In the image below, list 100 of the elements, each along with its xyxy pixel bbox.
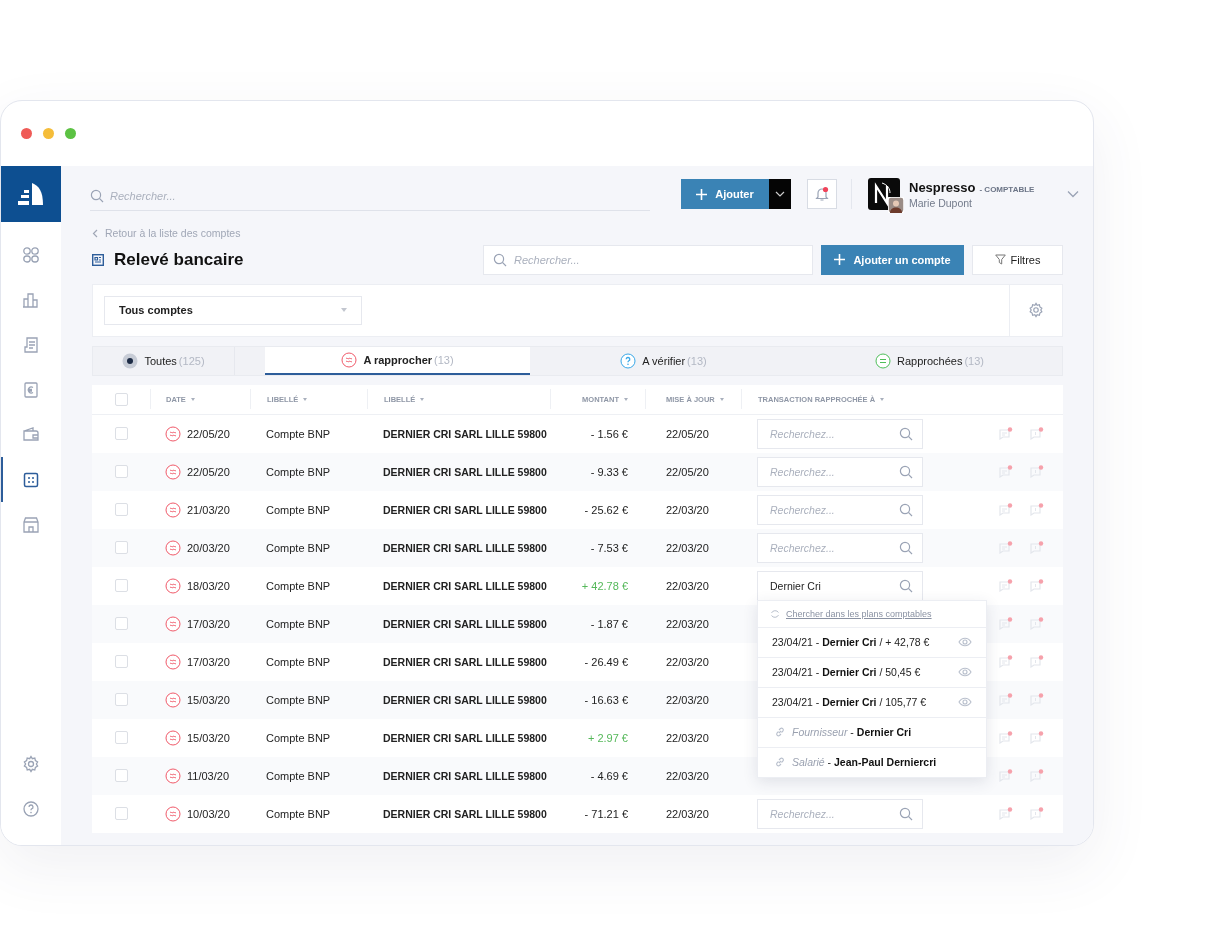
table-cell-text: 22/03/20 [665,654,710,670]
eye-icon[interactable] [958,637,972,647]
unmatched-icon [165,577,181,594]
dropdown-button[interactable] [769,179,791,209]
refresh-icon [770,608,780,619]
message-icon[interactable] [999,655,1013,668]
date-cell: 22/05/20 [187,465,230,478]
chevron-icon [92,228,98,238]
search-field[interactable]: Recherchez... [757,798,923,829]
table-cell-text: 22/03/20 [665,692,710,708]
sort-icon [719,397,724,401]
comment-icon[interactable] [1030,503,1044,516]
logo-tile[interactable] [1,166,61,222]
table-cell-text: Compte BNP [265,730,332,746]
table-cell-text: 22/03/20 [665,502,710,518]
select-all-checkbox[interactable] [114,392,128,406]
plus-icon [696,188,708,200]
message-icon[interactable] [999,731,1013,744]
minimize-control[interactable] [43,128,54,139]
message-icon[interactable] [999,427,1013,440]
row-checkbox[interactable] [114,769,128,782]
plus-icon [834,254,846,265]
search-field[interactable]: Recherchez... [757,418,923,449]
table-cell-text: DERNIER CRI SARL LILLE 59800 [382,768,548,784]
comment-icon[interactable] [1030,465,1044,478]
sort-icon [303,397,308,401]
date-cell: 10/03/20 [187,807,230,820]
row-checkbox[interactable] [114,427,128,440]
table-cell-text: DERNIER CRI SARL LILLE 59800 [382,730,548,746]
table-cell-text: Compte BNP [265,616,332,632]
suggestion-item[interactable]: 23/04/21 - Dernier Cri / 50,45 € [758,657,986,688]
comment-icon[interactable] [1030,693,1044,706]
table-cell-text: DERNIER CRI SARL LILLE 59800 [382,654,548,670]
eye-icon[interactable] [958,667,972,677]
search-icon [493,252,507,267]
comment-icon[interactable] [1030,731,1044,744]
suggestion-item[interactable]: 23/04/21 - Dernier Cri / 105,77 € [758,687,986,718]
message-icon[interactable] [999,541,1013,554]
row-checkbox[interactable] [114,465,128,478]
settings-icon [22,754,40,773]
filter-tab[interactable]: Rapprochées (13) [797,346,1062,375]
table-cell-text: DERNIER CRI SARL LILLE 59800 [382,502,548,518]
message-icon[interactable] [999,769,1013,782]
equals-icon [875,352,891,369]
table-cell-text: 22/03/20 [665,578,710,594]
search-field[interactable]: Recherchez... [757,494,923,525]
date-cell: 15/03/20 [187,693,230,706]
row-checkbox[interactable] [114,617,128,630]
message-icon[interactable] [999,807,1013,820]
unmatched-icon [165,805,181,822]
row-checkbox[interactable] [114,579,128,592]
table-cell-text: 22/03/20 [665,806,710,822]
message-icon[interactable] [999,465,1013,478]
row-checkbox[interactable] [114,807,128,820]
row-checkbox[interactable] [114,655,128,668]
table-cell-text: Compte BNP [265,502,332,518]
comment-icon[interactable] [1030,579,1044,592]
maximize-control[interactable] [65,128,76,139]
row-checkbox[interactable] [114,541,128,554]
comment-icon[interactable] [1030,427,1044,440]
message-icon[interactable] [999,617,1013,630]
account-select[interactable]: Tous comptes [104,295,362,325]
unmatched-icon [165,425,181,442]
message-icon[interactable] [999,693,1013,706]
notification-button[interactable] [807,179,837,209]
suggestion-item[interactable]: Salarié - Jean-Paul Derniercri [758,747,986,777]
company-name: Nespresso [909,179,976,195]
suggestion-item[interactable]: Fournisseur - Dernier Cri [758,717,986,748]
filter-tab[interactable]: A vérifier (13) [530,346,797,375]
search-field[interactable]: Rechercher... [90,181,650,211]
search-field[interactable]: Dernier Cri [757,570,923,601]
filter-tab[interactable]: Toutes (125) [93,346,235,375]
row-checkbox[interactable] [114,503,128,516]
close-control[interactable] [21,128,32,139]
date-cell: 18/03/20 [187,579,230,592]
sort-icon [190,397,195,401]
search-field[interactable]: Recherchez... [757,532,923,563]
eye-icon[interactable] [958,697,972,707]
comment-icon[interactable] [1030,541,1044,554]
search-field[interactable]: Rechercher... [483,244,813,275]
row-checkbox[interactable] [114,731,128,744]
suggestion-item[interactable]: 23/04/21 - Dernier Cri / + 42,78 € [758,627,986,658]
comment-icon[interactable] [1030,617,1044,630]
settings-icon [1028,302,1044,318]
chevron-icon [1067,190,1079,198]
filter-tab[interactable]: A rapprocher (13) [265,346,530,375]
row-checkbox[interactable] [114,693,128,706]
comment-icon[interactable] [1030,807,1044,820]
unmatched-icon [165,691,181,708]
search-field[interactable]: Recherchez... [757,456,923,487]
message-icon[interactable] [999,503,1013,516]
filters-button[interactable]: Filtres [972,244,1063,275]
comment-icon[interactable] [1030,655,1044,668]
add-button[interactable]: Ajouter [681,179,769,209]
comment-icon[interactable] [1030,769,1044,782]
shop-icon [22,515,40,534]
add-account-button[interactable]: Ajouter un compte [821,244,964,275]
amount-cell-text: + 2.97 € [586,730,629,746]
sort-icon [624,397,628,401]
message-icon[interactable] [999,579,1013,592]
